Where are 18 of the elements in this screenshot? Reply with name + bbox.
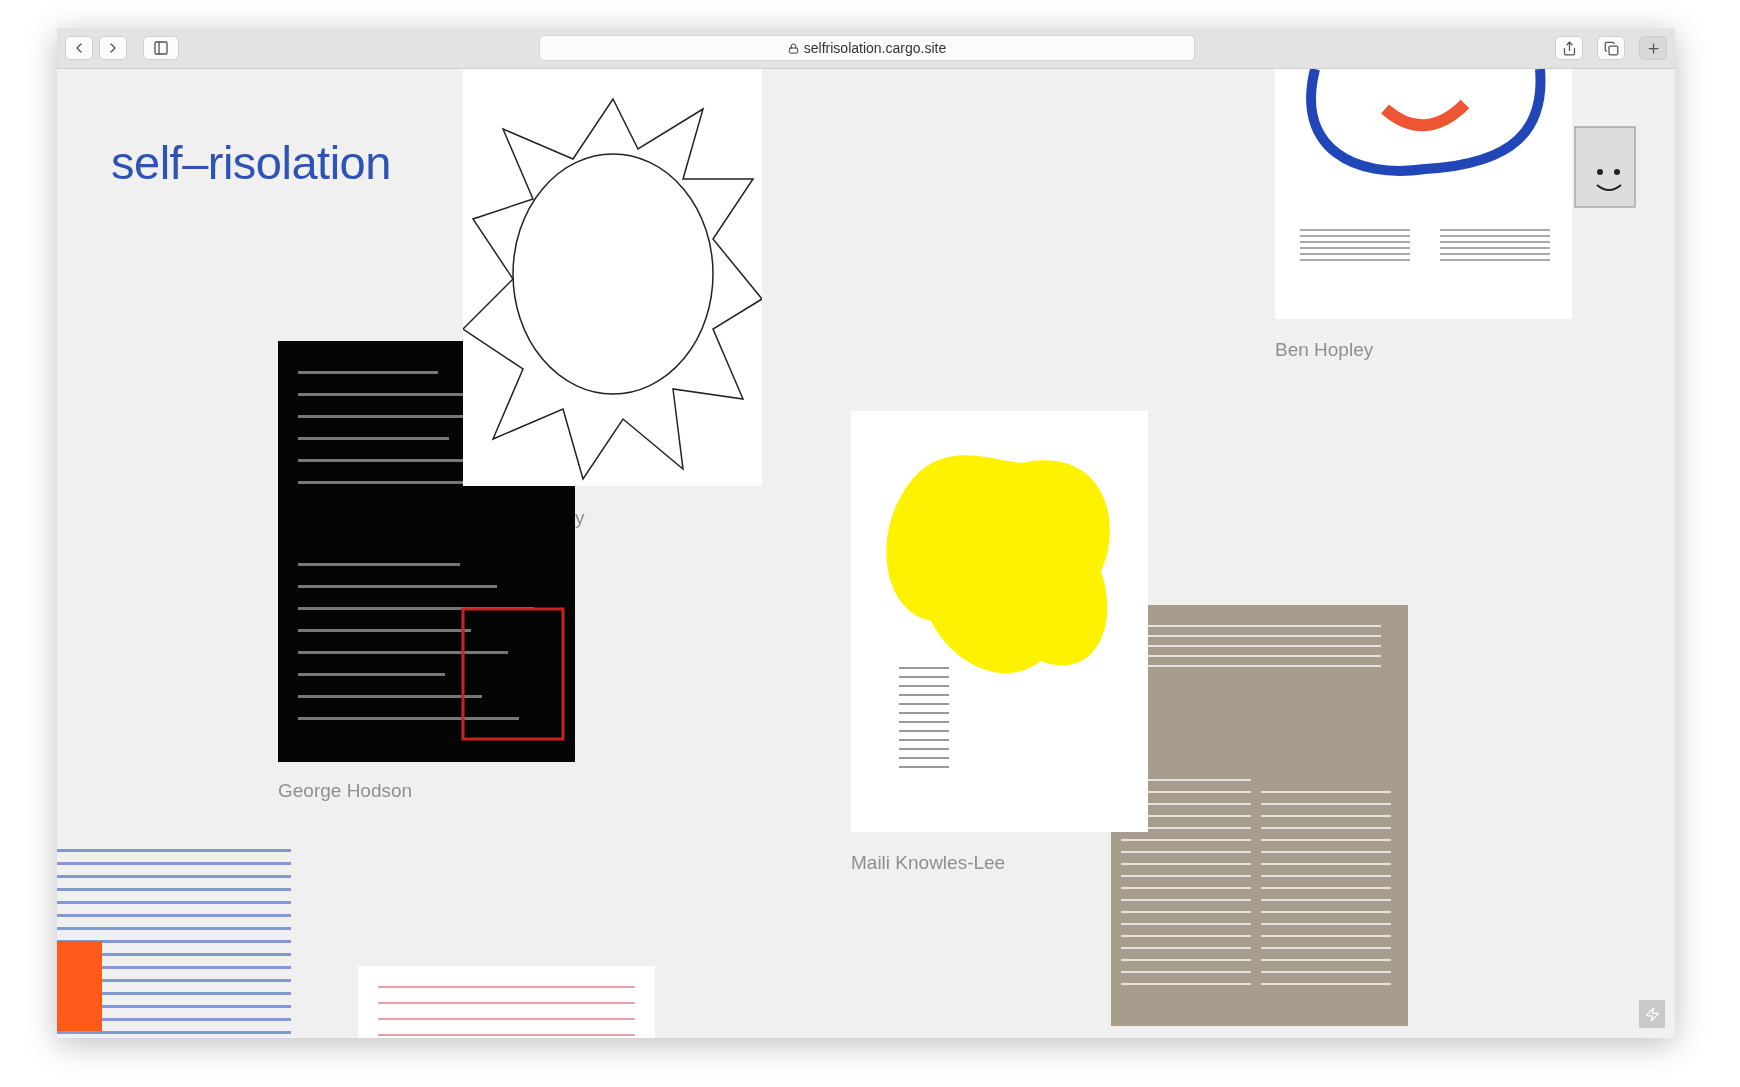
plus-icon (1645, 40, 1661, 56)
caption: y (575, 507, 585, 529)
share-button[interactable] (1555, 36, 1583, 60)
forward-button[interactable] (99, 36, 127, 60)
lock-icon (787, 42, 799, 54)
site-title: self–risolation (111, 135, 391, 190)
lightning-icon (1644, 1006, 1660, 1022)
artist-name[interactable]: Maili Knowles-Lee (851, 852, 1006, 874)
tabs-icon (1603, 40, 1619, 56)
artist-name[interactable]: Ben Hopley (1275, 339, 1374, 361)
address-bar[interactable]: selfrisolation.cargo.site (539, 35, 1195, 61)
new-tab-button[interactable] (1639, 36, 1667, 60)
back-button[interactable] (65, 36, 93, 60)
sidebar-icon (153, 40, 169, 56)
tabs-button[interactable] (1597, 36, 1625, 60)
sidebar-button[interactable] (143, 36, 179, 60)
artist-name[interactable]: George Hodson (278, 780, 413, 802)
share-icon (1561, 40, 1577, 56)
